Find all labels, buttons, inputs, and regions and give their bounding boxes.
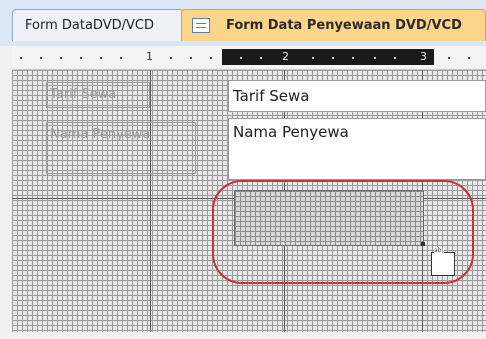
tarif-sewa-field[interactable]: Tarif Sewa — [228, 80, 486, 112]
label-tarif-sewa: Tarif Sewa — [50, 87, 117, 102]
ruler-mark-1: 1 — [146, 50, 153, 63]
tab-label: Form Data Penyewaan DVD/VCD — [226, 18, 462, 33]
bottom-margin — [0, 332, 486, 339]
ruler-mark-3: 3 — [420, 50, 427, 63]
tab-form-data-dvd[interactable]: Form DataDVD/VCD — [12, 9, 184, 41]
cursor-tag-text: ab| — [434, 247, 444, 254]
ruler-mark-2: 2 — [282, 50, 289, 63]
tab-form-data-penyewaan[interactable]: Form Data Penyewaan DVD/VCD — [181, 9, 486, 41]
resize-handle[interactable] — [421, 242, 425, 246]
label-nama-penyewa: Nama Penyewa — [50, 127, 151, 142]
textbox-tool-cursor-icon — [431, 252, 455, 276]
form-design-grid[interactable]: Tarif Sewa Tarif Sewa Nama Penyewa Nama … — [12, 70, 486, 333]
horizontal-ruler[interactable]: 1 2 3 — [12, 46, 486, 70]
left-margin — [0, 46, 12, 339]
form-icon — [192, 18, 210, 33]
nama-penyewa-field[interactable]: Nama Penyewa — [228, 118, 486, 180]
ruler-selection-highlight — [222, 49, 434, 65]
tab-label: Form DataDVD/VCD — [25, 18, 154, 33]
document-tab-bar: Form DataDVD/VCD Form Data Penyewaan DVD… — [0, 0, 486, 47]
